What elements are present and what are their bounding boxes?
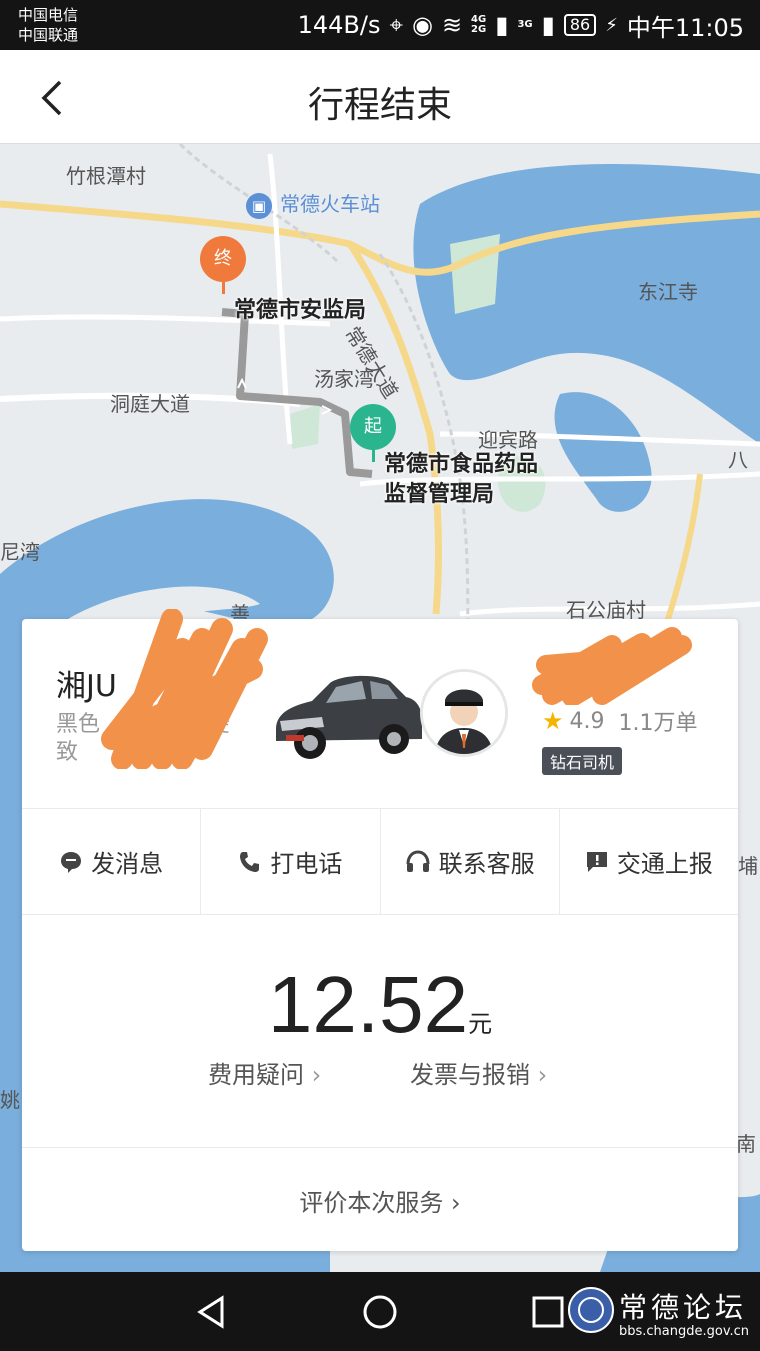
driver-icon bbox=[423, 672, 505, 754]
eye-icon: ◉ bbox=[411, 11, 433, 39]
back-triangle-icon[interactable] bbox=[192, 1292, 232, 1332]
call-button[interactable]: 打电话 bbox=[201, 809, 381, 914]
chevron-right-icon: › bbox=[537, 1061, 548, 1089]
clock: 中午11:05 bbox=[626, 13, 744, 42]
chevron-right-icon: › bbox=[311, 1061, 322, 1089]
carrier-info: 中国电信 中国联通 bbox=[18, 5, 78, 45]
carrier-1: 中国电信 bbox=[18, 6, 79, 24]
map-label-ba: 八 bbox=[728, 448, 748, 472]
driver-badge: 钻石司机 bbox=[542, 747, 623, 775]
watermark: 常德论坛 bbs.changde.gov.cn bbox=[567, 1286, 752, 1346]
status-bar: 中国电信 中国联通 144B/s ⌖ ◉ ≋ 4G 2G ▮ 3G ▮ 86 ⚡… bbox=[0, 0, 760, 50]
map-label-village: 竹根潭村 bbox=[66, 164, 146, 188]
driver-avatar bbox=[420, 669, 508, 757]
location-icon: ⌖ bbox=[389, 11, 403, 39]
customer-service-label: 联系客服 bbox=[438, 850, 535, 878]
map-label-niwan: 尼湾 bbox=[0, 540, 40, 564]
send-message-button[interactable]: 发消息 bbox=[22, 809, 202, 914]
fare-value: 12.52 bbox=[267, 960, 469, 1049]
start-poi-label-2: 监督管理局 bbox=[384, 482, 495, 507]
status-indicators: 144B/s ⌖ ◉ ≋ 4G 2G ▮ 3G ▮ 86 ⚡ 中午11:05 bbox=[298, 0, 744, 50]
map-label-station: ▣ 常德火车站 bbox=[246, 188, 380, 219]
map-label-station-text: 常德火车站 bbox=[280, 192, 380, 216]
start-pin[interactable]: 起 bbox=[350, 404, 396, 462]
network-type-1: 4G 2G bbox=[471, 14, 487, 35]
signal-icon: ▮ bbox=[495, 11, 509, 39]
headset-icon bbox=[406, 849, 430, 872]
rating-score: 4.9 bbox=[569, 708, 605, 734]
recents-square-icon[interactable] bbox=[530, 1294, 566, 1330]
network-type-2: 3G bbox=[517, 19, 533, 30]
wifi-icon: ≋ bbox=[441, 11, 463, 39]
star-icon: ★ bbox=[542, 707, 564, 735]
home-circle-icon[interactable] bbox=[360, 1292, 400, 1332]
map-label-yao: 姚 bbox=[0, 1088, 20, 1112]
end-poi-label: 常德市安监局 bbox=[234, 298, 367, 323]
map-label-pu: 埔 bbox=[738, 854, 758, 878]
title-bar: 行程结束 bbox=[0, 50, 760, 144]
car-image bbox=[276, 675, 422, 759]
phone-icon bbox=[240, 851, 260, 872]
divider bbox=[22, 1147, 738, 1148]
battery-level: 86 bbox=[563, 14, 597, 36]
customer-service-button[interactable]: 联系客服 bbox=[381, 809, 560, 914]
traffic-report-button[interactable]: 交通上报 bbox=[560, 809, 738, 914]
network-speed: 144B/s bbox=[297, 11, 381, 39]
train-icon: ▣ bbox=[246, 193, 272, 219]
report-icon bbox=[586, 851, 607, 872]
carrier-2: 中国联通 bbox=[18, 26, 79, 44]
driver-section: 湘JU 黑色菱 致 ★ 4.9 1.1万单 钻石司机 bbox=[22, 609, 738, 809]
fare-question-label: 费用疑问 bbox=[208, 1061, 304, 1089]
fare-amount: 12.52元 bbox=[22, 959, 738, 1051]
send-message-label: 发消息 bbox=[91, 850, 164, 878]
call-label: 打电话 bbox=[270, 850, 343, 878]
rate-service-button[interactable]: 评价本次服务 › bbox=[22, 1183, 738, 1218]
trip-card: 湘JU 黑色菱 致 ★ 4.9 1.1万单 钻石司机 发消息 打电话 联系客服 … bbox=[22, 609, 738, 1251]
order-count: 1.1万单 bbox=[618, 711, 698, 736]
charging-icon: ⚡ bbox=[605, 14, 618, 36]
watermark-url: bbs.changde.gov.cn bbox=[619, 1324, 750, 1339]
action-bar: 发消息 打电话 联系客服 交通上报 bbox=[22, 809, 738, 915]
invoice-label: 发票与报销 bbox=[410, 1061, 530, 1089]
forum-logo-icon bbox=[568, 1287, 614, 1333]
redaction-scribble-name bbox=[532, 627, 692, 705]
car-model-line2: 致 bbox=[56, 740, 79, 765]
start-poi-label-1: 常德市食品药品 bbox=[384, 452, 539, 477]
invoice-link[interactable]: 发票与报销 › bbox=[410, 1055, 547, 1090]
end-pin[interactable]: 终 bbox=[200, 236, 246, 294]
map-label-dongting: 洞庭大道 bbox=[110, 392, 190, 416]
signal-icon-2: ▮ bbox=[541, 11, 555, 39]
map-label-temple: 东江寺 bbox=[638, 280, 698, 304]
system-nav-bar: 常德论坛 bbs.changde.gov.cn bbox=[0, 1272, 760, 1351]
map-label-nan: 南 bbox=[736, 1132, 756, 1156]
fare-question-link[interactable]: 费用疑问 › bbox=[208, 1055, 321, 1090]
page-title: 行程结束 bbox=[307, 85, 452, 126]
redaction-scribble-plate bbox=[101, 609, 268, 769]
traffic-report-label: 交通上报 bbox=[616, 850, 713, 878]
watermark-title: 常德论坛 bbox=[619, 1291, 748, 1324]
driver-rating: ★ 4.9 1.1万单 bbox=[542, 705, 698, 737]
fare-unit: 元 bbox=[468, 1010, 493, 1038]
message-icon bbox=[61, 851, 82, 873]
